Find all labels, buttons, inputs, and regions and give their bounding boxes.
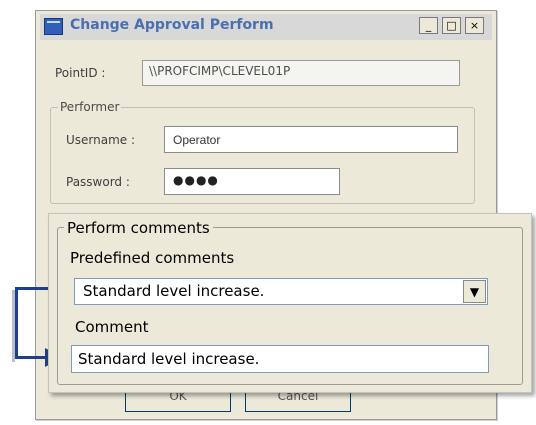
close-button[interactable]: × bbox=[465, 17, 484, 34]
username-input[interactable] bbox=[164, 126, 458, 153]
perform-comments-legend: Perform comments bbox=[64, 219, 213, 237]
pointid-field: \\PROFCIMP\CLEVEL01P bbox=[142, 60, 460, 86]
chevron-down-icon[interactable]: ▼ bbox=[463, 280, 486, 303]
comment-input[interactable]: Standard level increase. bbox=[71, 345, 489, 373]
predefined-comments-value: Standard level increase. bbox=[83, 282, 265, 300]
username-label: Username : bbox=[66, 133, 136, 147]
maximize-button[interactable]: □ bbox=[442, 17, 461, 34]
arrow-vertical bbox=[15, 287, 18, 359]
password-label: Password : bbox=[66, 175, 130, 189]
application-window-icon bbox=[44, 18, 63, 35]
predefined-comments-dropdown[interactable]: Standard level increase. ▼ bbox=[74, 278, 488, 305]
pointid-label: PointID : bbox=[55, 66, 106, 80]
comment-label: Comment bbox=[75, 318, 149, 336]
predefined-comments-label: Predefined comments bbox=[70, 249, 235, 267]
performer-legend: Performer bbox=[58, 100, 122, 114]
minimize-button[interactable]: _ bbox=[419, 17, 438, 34]
password-input[interactable]: ●●●● bbox=[164, 168, 340, 195]
window-title: Change Approval Perform bbox=[70, 17, 274, 33]
